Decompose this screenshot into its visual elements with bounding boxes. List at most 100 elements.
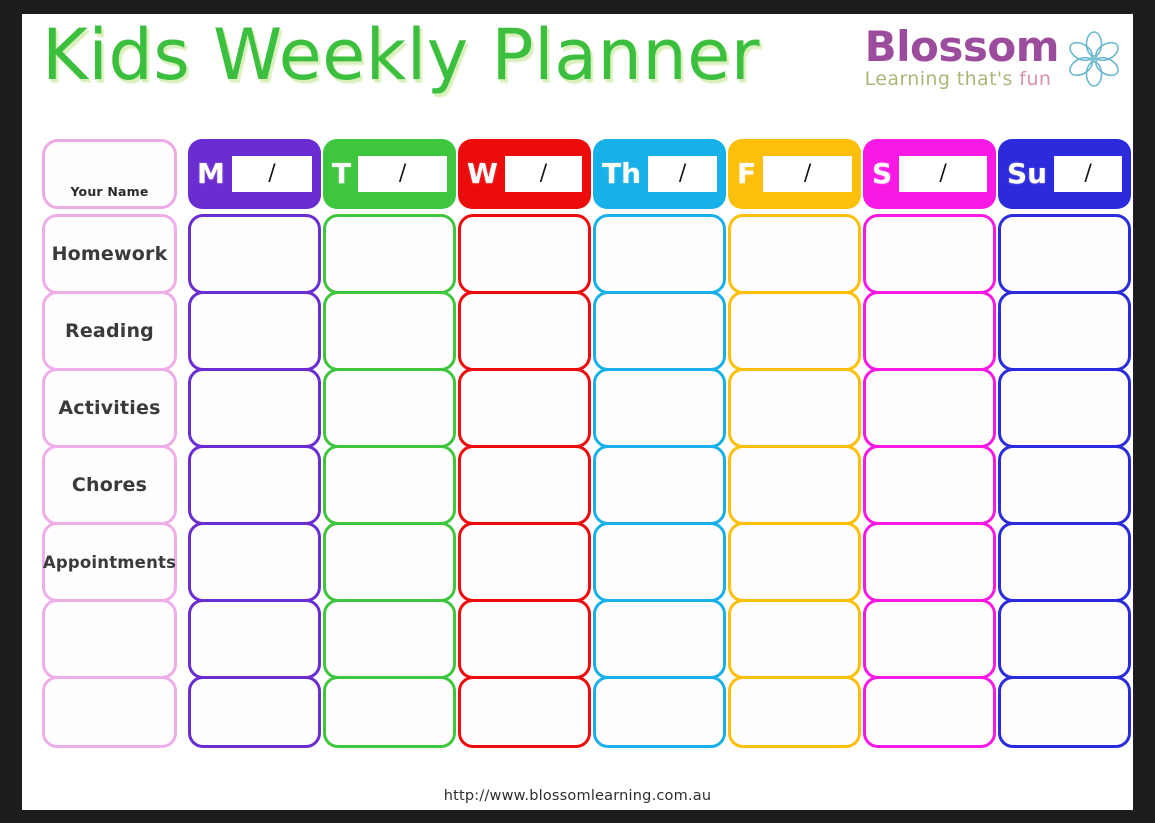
- cell-column-thursday: [593, 676, 726, 748]
- date-separator: /: [939, 161, 947, 186]
- planner-cell-saturday-appointments[interactable]: [863, 522, 996, 602]
- planner-cell-monday-homework[interactable]: [188, 214, 321, 294]
- planner-cell-thursday-homework[interactable]: [593, 214, 726, 294]
- day-date-input[interactable]: /: [358, 156, 447, 192]
- cell-column-sunday: [998, 368, 1131, 448]
- flower-icon: [1063, 28, 1125, 94]
- planner-cell-saturday-blank-6[interactable]: [863, 676, 996, 748]
- planner-cell-wednesday-chores[interactable]: [458, 445, 591, 525]
- day-date-input[interactable]: /: [899, 156, 987, 192]
- planner-cell-monday-blank-6[interactable]: [188, 676, 321, 748]
- planner-cell-monday-reading[interactable]: [188, 291, 321, 371]
- planner-cell-wednesday-homework[interactable]: [458, 214, 591, 294]
- planner-cell-thursday-activities[interactable]: [593, 368, 726, 448]
- day-column-tuesday: T /: [323, 139, 456, 209]
- planner-cell-sunday-homework[interactable]: [998, 214, 1131, 294]
- row-label-blank[interactable]: [42, 599, 177, 679]
- planner-cell-saturday-homework[interactable]: [863, 214, 996, 294]
- footer-url[interactable]: http://www.blossomlearning.com.au: [22, 788, 1133, 804]
- planner-cell-saturday-chores[interactable]: [863, 445, 996, 525]
- row-label-activities[interactable]: Activities: [42, 368, 177, 448]
- day-header-sunday[interactable]: Su /: [998, 139, 1131, 209]
- day-date-input[interactable]: /: [763, 156, 852, 192]
- brand-logo: Blossom Learning that's fun: [864, 22, 1125, 94]
- row-label-column: Homework: [42, 214, 177, 294]
- planner-cell-wednesday-activities[interactable]: [458, 368, 591, 448]
- day-date-input[interactable]: /: [648, 156, 717, 192]
- day-date-input[interactable]: /: [504, 156, 582, 192]
- screenshot-root: Kids Weekly Planner Blossom Learning tha…: [0, 0, 1155, 823]
- cell-column-monday: [188, 368, 321, 448]
- planner-cell-friday-activities[interactable]: [728, 368, 861, 448]
- planner-cell-tuesday-activities[interactable]: [323, 368, 456, 448]
- planner-cell-wednesday-blank-5[interactable]: [458, 599, 591, 679]
- cell-column-sunday: [998, 599, 1131, 679]
- planner-cell-tuesday-appointments[interactable]: [323, 522, 456, 602]
- planner-cell-wednesday-reading[interactable]: [458, 291, 591, 371]
- planner-cell-thursday-blank-6[interactable]: [593, 676, 726, 748]
- cell-column-friday: [728, 214, 861, 294]
- day-header-thursday[interactable]: Th /: [593, 139, 726, 209]
- name-cell-wrap: Your Name: [42, 139, 177, 209]
- planner-cell-wednesday-blank-6[interactable]: [458, 676, 591, 748]
- day-abbr-label: W: [467, 157, 498, 190]
- day-column-friday: F /: [728, 139, 861, 209]
- planner-cell-friday-homework[interactable]: [728, 214, 861, 294]
- row-label-reading[interactable]: Reading: [42, 291, 177, 371]
- table-row: [42, 599, 1131, 679]
- planner-cell-friday-chores[interactable]: [728, 445, 861, 525]
- planner-cell-sunday-blank-6[interactable]: [998, 676, 1131, 748]
- planner-cell-thursday-appointments[interactable]: [593, 522, 726, 602]
- planner-cell-friday-blank-6[interactable]: [728, 676, 861, 748]
- planner-cell-monday-blank-5[interactable]: [188, 599, 321, 679]
- planner-cell-monday-chores[interactable]: [188, 445, 321, 525]
- planner-cell-sunday-reading[interactable]: [998, 291, 1131, 371]
- day-header-friday[interactable]: F /: [728, 139, 861, 209]
- planner-cell-tuesday-reading[interactable]: [323, 291, 456, 371]
- planner-grid: Your Name M / T / W / Th / F / S / Su / Homework Readi…: [42, 139, 1131, 748]
- planner-cell-saturday-blank-5[interactable]: [863, 599, 996, 679]
- planner-cell-friday-reading[interactable]: [728, 291, 861, 371]
- planner-cell-sunday-blank-5[interactable]: [998, 599, 1131, 679]
- planner-cell-tuesday-homework[interactable]: [323, 214, 456, 294]
- brand-name: Blossom: [864, 22, 1060, 71]
- day-header-saturday[interactable]: S /: [863, 139, 996, 209]
- cell-column-friday: [728, 368, 861, 448]
- cell-column-friday: [728, 676, 861, 748]
- day-abbr-label: F: [737, 157, 757, 190]
- day-date-input[interactable]: /: [231, 156, 312, 192]
- planner-cell-tuesday-blank-5[interactable]: [323, 599, 456, 679]
- planner-cell-thursday-blank-5[interactable]: [593, 599, 726, 679]
- planner-cell-saturday-activities[interactable]: [863, 368, 996, 448]
- row-label-appointments[interactable]: Appointments: [42, 522, 177, 602]
- row-label-chores[interactable]: Chores: [42, 445, 177, 525]
- page-title: Kids Weekly Planner: [42, 14, 761, 96]
- planner-cell-monday-activities[interactable]: [188, 368, 321, 448]
- planner-cell-tuesday-blank-6[interactable]: [323, 676, 456, 748]
- your-name-field[interactable]: Your Name: [42, 139, 177, 209]
- row-label-homework[interactable]: Homework: [42, 214, 177, 294]
- cell-column-monday: [188, 291, 321, 371]
- cell-column-tuesday: [323, 291, 456, 371]
- planner-cell-friday-blank-5[interactable]: [728, 599, 861, 679]
- planner-cell-wednesday-appointments[interactable]: [458, 522, 591, 602]
- brand-text: Blossom Learning that's fun: [864, 22, 1060, 91]
- day-header-wednesday[interactable]: W /: [458, 139, 591, 209]
- cell-column-friday: [728, 445, 861, 525]
- brand-tagline: Learning that's fun: [865, 68, 1052, 91]
- planner-cell-thursday-chores[interactable]: [593, 445, 726, 525]
- planner-cell-saturday-reading[interactable]: [863, 291, 996, 371]
- table-row: Chores: [42, 445, 1131, 525]
- day-date-input[interactable]: /: [1054, 156, 1122, 192]
- planner-cell-friday-appointments[interactable]: [728, 522, 861, 602]
- day-header-tuesday[interactable]: T /: [323, 139, 456, 209]
- planner-cell-sunday-appointments[interactable]: [998, 522, 1131, 602]
- date-separator: /: [803, 161, 812, 186]
- row-label-blank[interactable]: [42, 676, 177, 748]
- planner-cell-tuesday-chores[interactable]: [323, 445, 456, 525]
- planner-cell-monday-appointments[interactable]: [188, 522, 321, 602]
- day-header-monday[interactable]: M /: [188, 139, 321, 209]
- planner-cell-sunday-chores[interactable]: [998, 445, 1131, 525]
- planner-cell-thursday-reading[interactable]: [593, 291, 726, 371]
- planner-cell-sunday-activities[interactable]: [998, 368, 1131, 448]
